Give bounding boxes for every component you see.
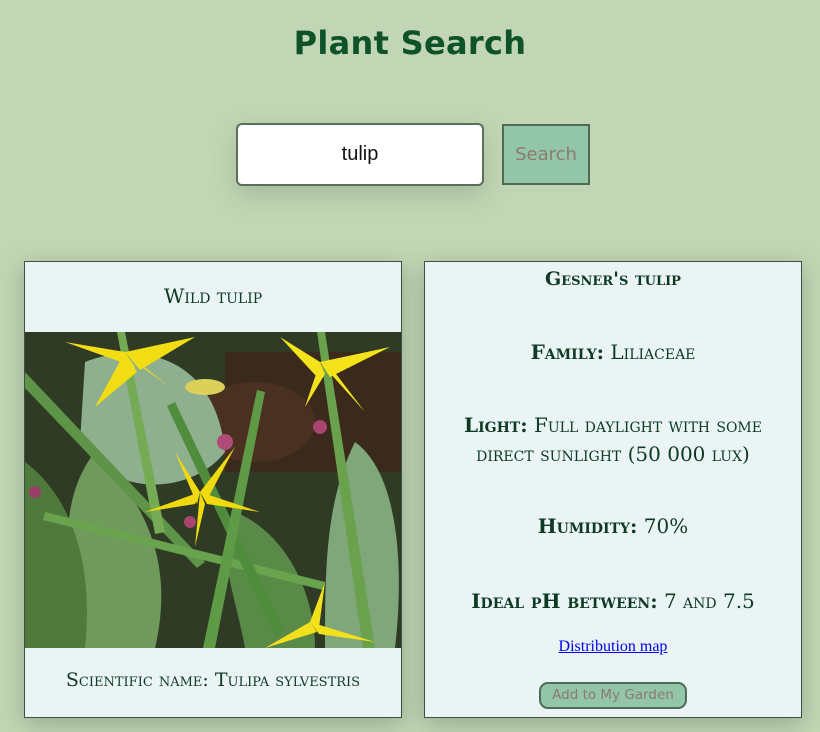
humidity-value: 70%	[643, 514, 689, 538]
humidity-label: Humidity:	[537, 514, 638, 538]
ph-row: Ideal pH between: 7 and 7.5	[445, 587, 781, 616]
plant-card-wild-tulip: Wild tulip Scientific name: Tulipa sylve…	[24, 261, 402, 718]
plant-card-gesners-tulip: Gesner's tulip Family: Liliaceae Light: …	[424, 261, 802, 718]
plant-common-name: Gesner's tulip	[545, 268, 681, 290]
scientific-name-label: Scientific name:	[65, 669, 209, 691]
light-row: Light: Full daylight with some direct su…	[445, 411, 781, 469]
search-button[interactable]: Search	[502, 124, 590, 185]
add-to-garden-button[interactable]: Add to My Garden	[539, 682, 687, 709]
page-title: Plant Search	[293, 24, 527, 62]
scientific-name: Scientific name: Tulipa sylvestris	[25, 669, 401, 691]
distribution-map-container: Distribution map	[425, 638, 801, 656]
plant-common-name: Wild tulip	[163, 284, 263, 308]
light-label: Light:	[464, 413, 528, 437]
family-label: Family:	[530, 340, 605, 364]
ph-value: 7 and 7.5	[663, 589, 755, 613]
plant-photo-image	[25, 332, 401, 648]
humidity-row: Humidity: 70%	[445, 512, 781, 541]
distribution-map-link[interactable]: Distribution map	[559, 638, 668, 655]
search-input[interactable]	[236, 123, 484, 186]
family-value: Liliaceae	[610, 340, 696, 364]
family-row: Family: Liliaceae	[445, 338, 781, 367]
scientific-name-value: Tulipa sylvestris	[214, 669, 361, 691]
ph-label: Ideal pH between:	[471, 589, 658, 613]
